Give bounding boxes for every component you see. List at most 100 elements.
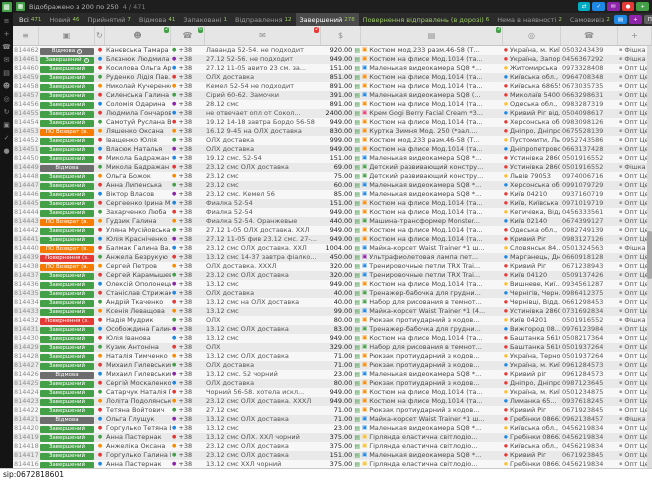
table-row[interactable]: 814435Завершений●Станіслав Стрижак●+38ОЛ… — [13, 289, 652, 298]
status-badge[interactable]: Завершений — [40, 183, 94, 190]
tab-refused[interactable]: Відмова41 — [135, 13, 179, 26]
table-row[interactable]: 814436Завершений●Олексій Ополонець●+3813… — [13, 280, 652, 289]
status-badge[interactable]: Завершений — [40, 174, 94, 181]
table-row[interactable]: 814434Завершений●Андрій Ткаченко●+3813.1… — [13, 298, 652, 307]
status-badge[interactable]: Завершений — [40, 399, 94, 406]
status-badge[interactable]: Завершенийi — [40, 57, 94, 64]
contact-chip[interactable]: ●+38 — [171, 307, 205, 316]
contact-chip[interactable]: ●+38 — [171, 226, 205, 235]
status-badge[interactable]: ПО Возврат (в. — [40, 246, 94, 253]
status-badge[interactable]: Завершений — [40, 291, 94, 298]
contact-chip[interactable]: ●+38 — [171, 118, 205, 127]
status-badge[interactable]: Завершений — [40, 201, 94, 208]
contact-chip[interactable]: ●+38 — [171, 127, 205, 136]
status-badge[interactable]: Завершений — [40, 147, 94, 154]
contact-chip[interactable]: ●+38 — [171, 352, 205, 361]
status-badge[interactable]: Відмова — [40, 372, 94, 379]
table-row[interactable]: 814431Завершений●Особождина Галина В...●… — [13, 325, 652, 334]
table-row[interactable]: 814425Завершений●Сергій Москаленко●+38ОЛ… — [13, 379, 652, 388]
contact-chip[interactable]: ●+38 — [171, 415, 205, 424]
mail-icon[interactable]: ✉ — [4, 56, 10, 64]
status-badge[interactable]: Відмова — [40, 165, 94, 172]
record-chip[interactable]: ● — [622, 2, 635, 11]
status-badge[interactable]: Завершений — [40, 453, 94, 460]
table-row[interactable]: 814456Завершений●Соломія Одарина●+3828.1… — [13, 100, 652, 109]
table-row[interactable]: 814429Завершений●Кузик Антоніна●+38ОЛХ32… — [13, 343, 652, 352]
table-row[interactable]: 814430Завершений●Юлія Іванова●+3813.12 с… — [13, 334, 652, 343]
table-row[interactable]: 814423Завершений●Лоліта Подолянська●+382… — [13, 397, 652, 406]
contact-chip[interactable]: ●+38 — [171, 73, 205, 82]
contact-chip[interactable]: ●+38 — [171, 379, 205, 388]
contact-chip[interactable]: ●+38 — [171, 388, 205, 397]
table-row[interactable]: 814438ПО Возврат (в.●Сергей Петров●+38ОЛ… — [13, 262, 652, 271]
phone-icon[interactable]: ☎ — [2, 43, 11, 51]
table-row[interactable]: 814457Завершений●Силенська Галина Ті...●… — [13, 91, 652, 100]
contact-chip[interactable]: ●+38 — [171, 91, 205, 100]
contact-chip[interactable]: ●+38 — [171, 217, 205, 226]
status-badge[interactable]: Завершений — [40, 309, 94, 316]
tab-out-of-stock[interactable]: Нема в наявності2 — [493, 13, 566, 26]
table-row[interactable]: 814444Завершений●Захарченко Люба●+38Фиал… — [13, 208, 652, 217]
status-badge[interactable]: Завершений — [40, 381, 94, 388]
status-badge[interactable]: Відмова — [40, 417, 94, 424]
contact-chip[interactable]: ●+38 — [171, 280, 205, 289]
status-badge[interactable]: Завершений — [40, 444, 94, 451]
table-row[interactable]: 814450Завершений●Микола Бадражан●+3819.1… — [13, 154, 652, 163]
status-badge[interactable]: Завершений — [40, 435, 94, 442]
contact-chip[interactable]: ●+38 — [171, 397, 205, 406]
contact-chip[interactable]: ●+38 — [171, 316, 205, 325]
contact-chip[interactable]: ●+38 — [171, 190, 205, 199]
contact-chip[interactable]: ●+38 — [171, 172, 205, 181]
contact-chip[interactable]: ●+38 — [171, 298, 205, 307]
status-badge[interactable]: Завершений — [40, 237, 94, 244]
contact-chip[interactable]: ●+38 — [171, 361, 205, 370]
contact-chip[interactable]: ●+38 — [171, 235, 205, 244]
tab-returns-transit[interactable]: Повернення відправлень (в дорозі)6 — [359, 13, 493, 26]
tasks-icon[interactable]: ✓ — [4, 134, 10, 142]
reports-icon[interactable]: ▣ — [3, 121, 10, 129]
table-row[interactable]: 814445Завершений●Сергеенко Ірина Ми...●+… — [13, 199, 652, 208]
status-badge[interactable]: Завершений — [40, 228, 94, 235]
col-status[interactable]: ▣ — [39, 26, 95, 45]
status-badge[interactable]: Завершений — [40, 120, 94, 127]
table-row[interactable]: 814420Завершений●Горгулько Тетяна В...●+… — [13, 424, 652, 433]
table-row[interactable]: 814426Відмова●Михаил Гилевський●+3813.12… — [13, 370, 652, 379]
contact-chip[interactable]: ●+38 — [171, 181, 205, 190]
contact-chip[interactable]: ●+38 — [171, 343, 205, 352]
status-badge[interactable]: Завершений — [40, 345, 94, 352]
status-badge[interactable]: Завершений — [40, 390, 94, 397]
col-source[interactable]: + — [618, 26, 652, 45]
contact-chip[interactable]: ●+38 — [171, 136, 205, 145]
table-row[interactable]: 814442Завершений●Уляна Мусійовська●+3827… — [13, 226, 652, 235]
status-badge[interactable]: Завершений — [40, 75, 94, 82]
scrollbar-thumb[interactable] — [647, 231, 652, 279]
table-row[interactable]: 814419Завершений●Анна Пастернак●+3813.12… — [13, 433, 652, 442]
contact-chip[interactable]: ●+38 — [171, 433, 205, 442]
status-badge[interactable]: Завершений — [40, 156, 94, 163]
sync-chip[interactable]: ⇄ — [578, 2, 591, 11]
table-row[interactable]: 814428Завершений●Наталія Тимченко●+3813.… — [13, 352, 652, 361]
status-badge[interactable]: Завершений — [40, 336, 94, 343]
status-badge[interactable]: Завершений — [40, 408, 94, 415]
status-badge[interactable]: Завершений — [40, 273, 94, 280]
status-badge[interactable]: Завершений — [40, 300, 94, 307]
col-flag[interactable]: ↻ — [95, 26, 105, 45]
table-row[interactable]: 814455Завершений●Людмила Гончарова●+38не… — [13, 109, 652, 118]
status-badge[interactable]: Відмоваi — [40, 48, 94, 55]
status-badge[interactable]: ПО Возврат (в. — [40, 264, 94, 271]
table-row[interactable]: 814459Завершений●Руденко Лідія Пав...●+3… — [13, 73, 652, 82]
table-row[interactable]: 814454Завершений●Самотуй Руслана Во...●+… — [13, 118, 652, 127]
status-badge[interactable]: Завершений — [40, 102, 94, 109]
table-row[interactable]: 814451Завершений●Власюк Наталья●+38ОЛХ д… — [13, 145, 652, 154]
status-badge[interactable]: Завершений — [40, 93, 94, 100]
status-badge[interactable]: Завершений — [40, 111, 94, 118]
col-product[interactable]: ▤3 — [361, 26, 503, 45]
status-badge[interactable]: Завершений — [40, 210, 94, 217]
status-badge[interactable]: Завершений — [40, 192, 94, 199]
contact-chip[interactable]: ●+38 — [171, 145, 205, 154]
table-row[interactable]: 814417Завершений●Горгулько Галина В...●+… — [13, 451, 652, 460]
col-phone[interactable]: ☎ — [561, 26, 618, 45]
table-row[interactable]: 814432Повернення (з.●Надія Мудрик●+38ОЛХ… — [13, 316, 652, 325]
contact-chip[interactable]: ●+38 — [171, 334, 205, 343]
table-row[interactable]: 814427Завершений●Михаил Гилевський●+38ОЛ… — [13, 361, 652, 370]
